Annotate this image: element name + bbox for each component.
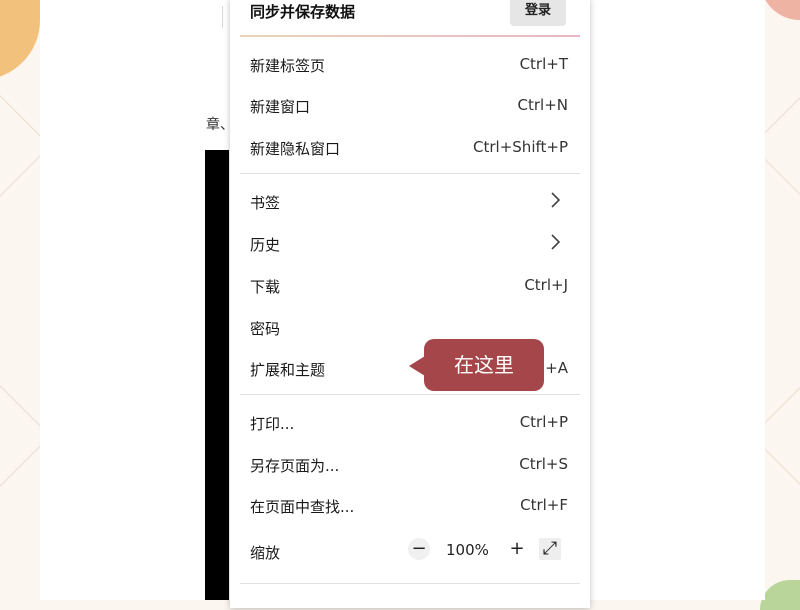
annotation-callout: 在这里 <box>424 339 544 391</box>
menu-item-label: 密码 <box>250 320 281 338</box>
menu-item-label: 书签 <box>250 194 281 212</box>
decorative-blob <box>760 580 800 610</box>
menu-item-shortcut: Ctrl+T <box>519 55 568 73</box>
menu-item-shortcut: Ctrl+N <box>517 96 568 114</box>
menu-item-label: 扩展和主题 <box>250 361 326 379</box>
menu-item-shortcut: Ctrl+Shift+P <box>473 138 568 156</box>
menu-item-downloads[interactable]: 下载 Ctrl+J <box>230 264 590 306</box>
chevron-right-icon <box>551 234 561 250</box>
decorative-blob <box>760 0 800 20</box>
menu-item-label: 打印... <box>250 415 295 433</box>
callout-pointer <box>409 356 425 376</box>
menu-item-shortcut: Ctrl+P <box>519 413 568 431</box>
decorative-blob <box>0 0 40 80</box>
zoom-level: 100% <box>446 541 489 559</box>
menu-item-label: 另存页面为... <box>250 457 340 475</box>
zoom-out-button[interactable]: − <box>408 538 430 560</box>
page-dark-panel <box>205 150 229 600</box>
menu-item-shortcut: Ctrl+J <box>524 276 568 294</box>
menu-item-new-tab[interactable]: 新建标签页 Ctrl+T <box>230 43 590 85</box>
menu-item-label: 新建窗口 <box>250 98 311 116</box>
sync-header: 同步并保存数据 登录 <box>230 0 590 37</box>
app-menu: 同步并保存数据 登录 新建标签页 Ctrl+T 新建窗口 Ctrl+N 新建隐私… <box>230 0 590 608</box>
menu-item-label: 新建隐私窗口 <box>250 140 341 158</box>
chevron-right-icon <box>551 192 561 208</box>
menu-item-bookmarks[interactable]: 书签 <box>230 180 590 222</box>
address-bar-edge[interactable] <box>200 6 223 28</box>
sync-title: 同步并保存数据 <box>250 3 356 21</box>
menu-item-shortcut: Ctrl+F <box>520 496 568 514</box>
menu-divider <box>240 173 580 174</box>
menu-item-label: 在页面中查找... <box>250 498 355 516</box>
menu-item-find-in-page[interactable]: 在页面中查找... Ctrl+F <box>230 484 590 526</box>
menu-item-save-page-as[interactable]: 另存页面为... Ctrl+S <box>230 443 590 485</box>
menu-item-label: 下载 <box>250 278 281 296</box>
header-accent-line <box>240 35 580 37</box>
menu-item-label: 新建标签页 <box>250 57 326 75</box>
menu-item-label: 历史 <box>250 236 281 254</box>
menu-divider <box>240 583 580 584</box>
zoom-label: 缩放 <box>250 544 281 562</box>
zoom-in-button[interactable]: + <box>506 538 528 560</box>
menu-item-shortcut: Ctrl+S <box>519 455 568 473</box>
menu-item-history[interactable]: 历史 <box>230 222 590 264</box>
menu-item-shortcut: +A <box>545 359 568 377</box>
menu-item-print[interactable]: 打印... Ctrl+P <box>230 401 590 443</box>
menu-item-new-private-window[interactable]: 新建隐私窗口 Ctrl+Shift+P <box>230 126 590 168</box>
fullscreen-icon[interactable]: ⤢ <box>539 538 561 560</box>
menu-divider <box>240 394 580 395</box>
menu-item-new-window[interactable]: 新建窗口 Ctrl+N <box>230 84 590 126</box>
login-button[interactable]: 登录 <box>510 0 566 26</box>
